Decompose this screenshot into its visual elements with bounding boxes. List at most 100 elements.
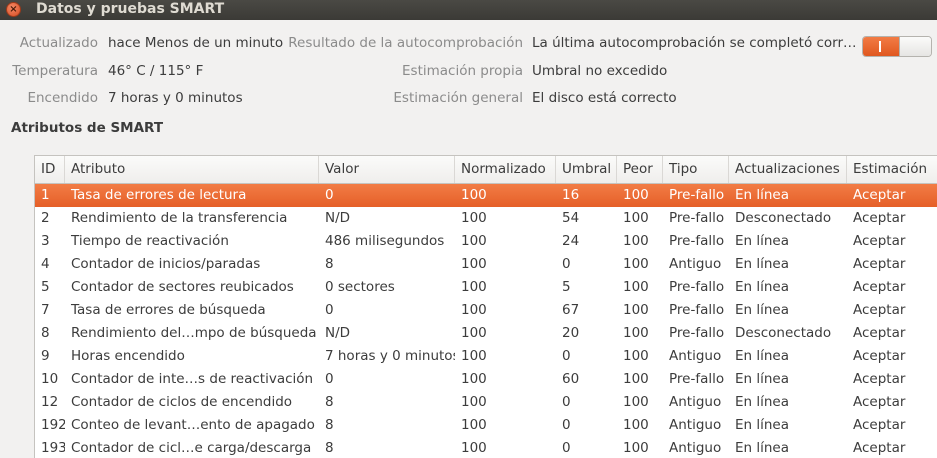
cell-type: Pre-fallo [669, 187, 725, 203]
cell-assessment: Aceptar [853, 394, 906, 410]
own-assessment-label: Estimación propia [402, 63, 523, 79]
poweron-label: Encendido [27, 90, 98, 106]
cell-attribute: Contador de sectores reubicados [71, 279, 294, 295]
cell-normalized: 100 [461, 210, 487, 226]
cell-updates: En línea [735, 256, 790, 272]
table-row[interactable]: 1 Tasa de errores de lectura 0 100 16 100 Pre-… [35, 184, 937, 207]
cell-updates: En línea [735, 233, 790, 249]
column-header-updates[interactable]: Actualizaciones [729, 156, 847, 183]
cell-normalized: 100 [461, 394, 487, 410]
cell-threshold: 0 [562, 394, 571, 410]
cell-type: Antiguo [669, 394, 722, 410]
cell-updates: En línea [735, 394, 790, 410]
cell-type: Pre-fallo [669, 325, 725, 341]
table-row[interactable]: 193 Contador de cicl…e carga/descarga 8 100… [35, 437, 937, 458]
cell-assessment: Aceptar [853, 348, 906, 364]
cell-normalized: 100 [461, 187, 487, 203]
cell-attribute: Contador de inicios/paradas [71, 256, 261, 272]
cell-worst: 100 [623, 302, 649, 318]
cell-type: Pre-fallo [669, 210, 725, 226]
cell-value: 0 sectores [325, 279, 395, 295]
table-row[interactable]: 4 Contador de inicios/paradas 8 100 0 100 Anti… [35, 253, 937, 276]
cell-assessment: Aceptar [853, 233, 906, 249]
cell-updates: Desconectado [735, 325, 832, 341]
cell-assessment: Aceptar [853, 371, 906, 387]
cell-threshold: 24 [562, 233, 580, 249]
selftest-value: La última autocomprobación se completó c… [532, 35, 857, 51]
column-header-assessment[interactable]: Estimación [847, 156, 937, 183]
cell-attribute: Tasa de errores de búsqueda [71, 302, 266, 318]
cell-worst: 100 [623, 348, 649, 364]
smart-attributes-table[interactable]: ID Atributo Valor Normalizado Umbral Peor Tipo… [34, 155, 937, 458]
cell-assessment: Aceptar [853, 187, 906, 203]
toggle-knob[interactable] [899, 37, 931, 56]
poweron-value: 7 horas y 0 minutos [108, 90, 243, 106]
cell-attribute: Contador de inte…s de reactivación [71, 371, 314, 387]
cell-value: 486 milisegundos [325, 233, 445, 249]
cell-assessment: Aceptar [853, 325, 906, 341]
own-assessment-value: Umbral no excedido [532, 63, 668, 79]
cell-worst: 100 [623, 371, 649, 387]
table-row[interactable]: 10 Contador de inte…s de reactivación 0 100… [35, 368, 937, 391]
title-bar: × Datos y pruebas SMART [0, 0, 937, 20]
cell-value: 0 [325, 371, 334, 387]
cell-value: N/D [325, 325, 351, 341]
cell-normalized: 100 [461, 233, 487, 249]
table-row[interactable]: 7 Tasa de errores de búsqueda 0 100 67 100 Pre… [35, 299, 937, 322]
cell-id: 2 [41, 210, 50, 226]
table-row[interactable]: 9 Horas encendido 7 horas y 0 minutos 100 0 1… [35, 345, 937, 368]
overall-assessment-label: Estimación general [393, 90, 523, 106]
table-row[interactable]: 3 Tiempo de reactivación 486 milisegundos 1… [35, 230, 937, 253]
cell-normalized: 100 [461, 256, 487, 272]
smart-enable-toggle[interactable] [862, 36, 932, 57]
cell-assessment: Aceptar [853, 210, 906, 226]
cell-value: 8 [325, 256, 334, 272]
table-row[interactable]: 8 Rendimiento del…mpo de búsqueda N/D 100 20… [35, 322, 937, 345]
cell-id: 12 [41, 394, 59, 410]
temperature-label: Temperatura [12, 63, 98, 79]
column-header-threshold[interactable]: Umbral [556, 156, 617, 183]
cell-normalized: 100 [461, 417, 487, 433]
cell-updates: En línea [735, 348, 790, 364]
cell-threshold: 20 [562, 325, 580, 341]
cell-value: 7 horas y 0 minutos [325, 348, 455, 364]
column-header-attribute[interactable]: Atributo [65, 156, 319, 183]
cell-assessment: Aceptar [853, 256, 906, 272]
cell-value: 8 [325, 440, 334, 456]
column-header-type[interactable]: Tipo [663, 156, 729, 183]
cell-worst: 100 [623, 210, 649, 226]
cell-id: 7 [41, 302, 50, 318]
cell-id: 1 [41, 187, 50, 203]
table-row[interactable]: 192 Conteo de levant…ento de apagado 8 100 0… [35, 414, 937, 437]
cell-id: 9 [41, 348, 50, 364]
cell-assessment: Aceptar [853, 279, 906, 295]
table-header: ID Atributo Valor Normalizado Umbral Peor Tipo… [35, 156, 937, 184]
table-row[interactable]: 2 Rendimiento de la transferencia N/D 100 54… [35, 207, 937, 230]
cell-normalized: 100 [461, 302, 487, 318]
selftest-label: Resultado de la autocomprobación [288, 35, 523, 51]
cell-value: 0 [325, 187, 334, 203]
cell-id: 8 [41, 325, 50, 341]
cell-type: Antiguo [669, 440, 722, 456]
cell-type: Pre-fallo [669, 302, 725, 318]
column-header-normalized[interactable]: Normalizado [455, 156, 556, 183]
close-icon[interactable]: × [6, 2, 21, 17]
column-header-value[interactable]: Valor [319, 156, 455, 183]
column-header-id[interactable]: ID [35, 156, 65, 183]
cell-normalized: 100 [461, 440, 487, 456]
cell-normalized: 100 [461, 348, 487, 364]
cell-worst: 100 [623, 279, 649, 295]
column-header-worst[interactable]: Peor [617, 156, 663, 183]
cell-normalized: 100 [461, 325, 487, 341]
cell-type: Antiguo [669, 348, 722, 364]
cell-assessment: Aceptar [853, 417, 906, 433]
table-row[interactable]: 12 Contador de ciclos de encendido 8 100 0 10… [35, 391, 937, 414]
window-title: Datos y pruebas SMART [36, 1, 225, 17]
toggle-on-indicator [863, 37, 899, 56]
cell-id: 5 [41, 279, 50, 295]
cell-id: 4 [41, 256, 50, 272]
cell-value: 8 [325, 394, 334, 410]
cell-threshold: 67 [562, 302, 580, 318]
table-row[interactable]: 5 Contador de sectores reubicados 0 sector… [35, 276, 937, 299]
cell-updates: En línea [735, 440, 790, 456]
